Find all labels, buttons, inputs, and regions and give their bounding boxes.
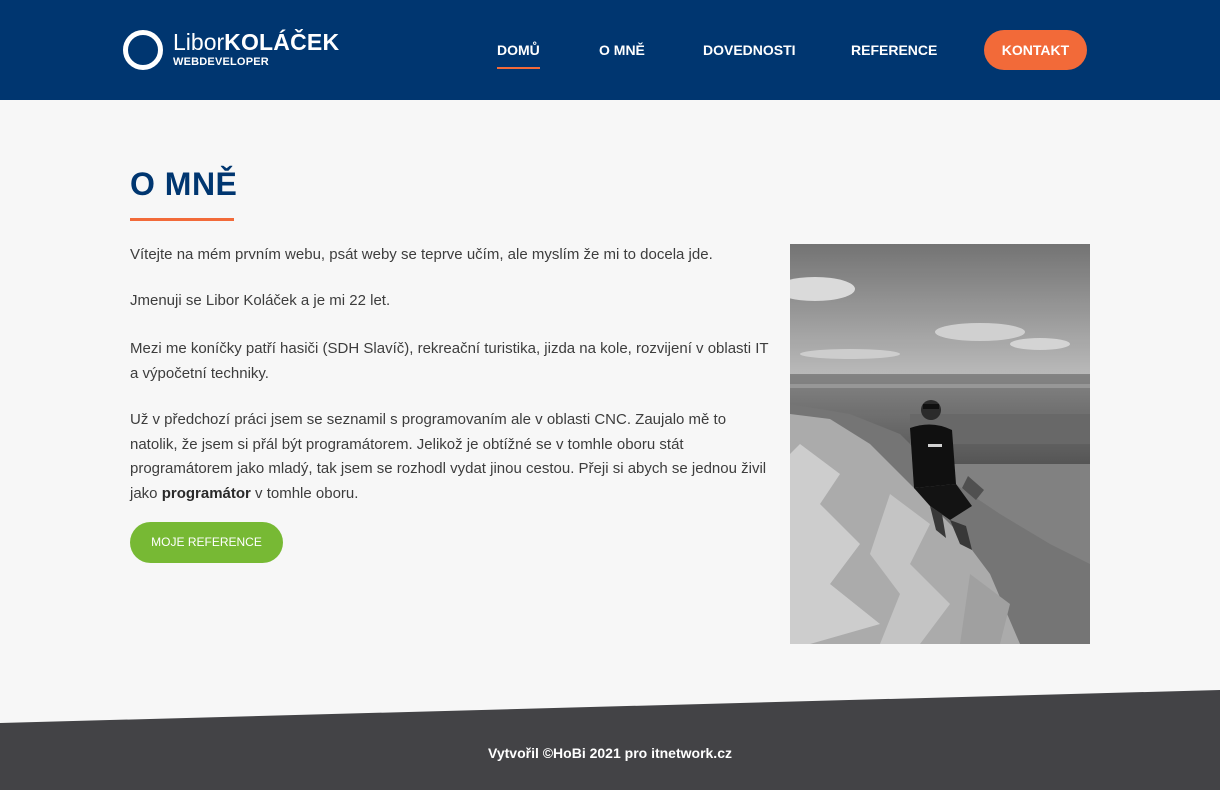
paragraph-hobbies: Mezi me koníčky patří hasiči (SDH Slavíč…: [130, 340, 769, 382]
paragraph-career: Už v předchozí práci jsem se seznamil s …: [130, 408, 770, 506]
paragraph-welcome: Vítejte na mém prvním webu, psát weby se…: [130, 246, 713, 263]
paragraph-name-age: Jmenuji se Libor Koláček a je mi 22 let.: [130, 292, 391, 309]
nav-link-references[interactable]: REFERENCE: [851, 41, 937, 61]
main-nav: DOMŮ O MNĚ DOVEDNOSTI REFERENCE KONTAKT: [0, 0, 1220, 100]
section-title: O MNĚ: [130, 166, 238, 202]
nav-link-skills[interactable]: DOVEDNOSTI: [703, 41, 796, 61]
contact-button[interactable]: KONTAKT: [984, 30, 1087, 70]
paragraph-career-end: v tomhle oboru.: [250, 484, 359, 502]
my-references-button[interactable]: MOJE REFERENCE: [130, 522, 283, 563]
title-underline: [130, 218, 234, 221]
nav-link-home[interactable]: DOMŮ: [497, 41, 540, 69]
footer-background: [0, 690, 1220, 790]
nav-link-about[interactable]: O MNĚ: [599, 41, 645, 61]
profile-photo: [790, 244, 1090, 644]
site-header: LiborKOLÁČEK WEBDEVELOPER DOMŮ O MNĚ DOV…: [0, 0, 1220, 100]
footer-credit: Vytvořil ©HoBi 2021 pro itnetwork.cz: [488, 745, 732, 761]
paragraph-career-bold: programátor: [161, 484, 251, 502]
